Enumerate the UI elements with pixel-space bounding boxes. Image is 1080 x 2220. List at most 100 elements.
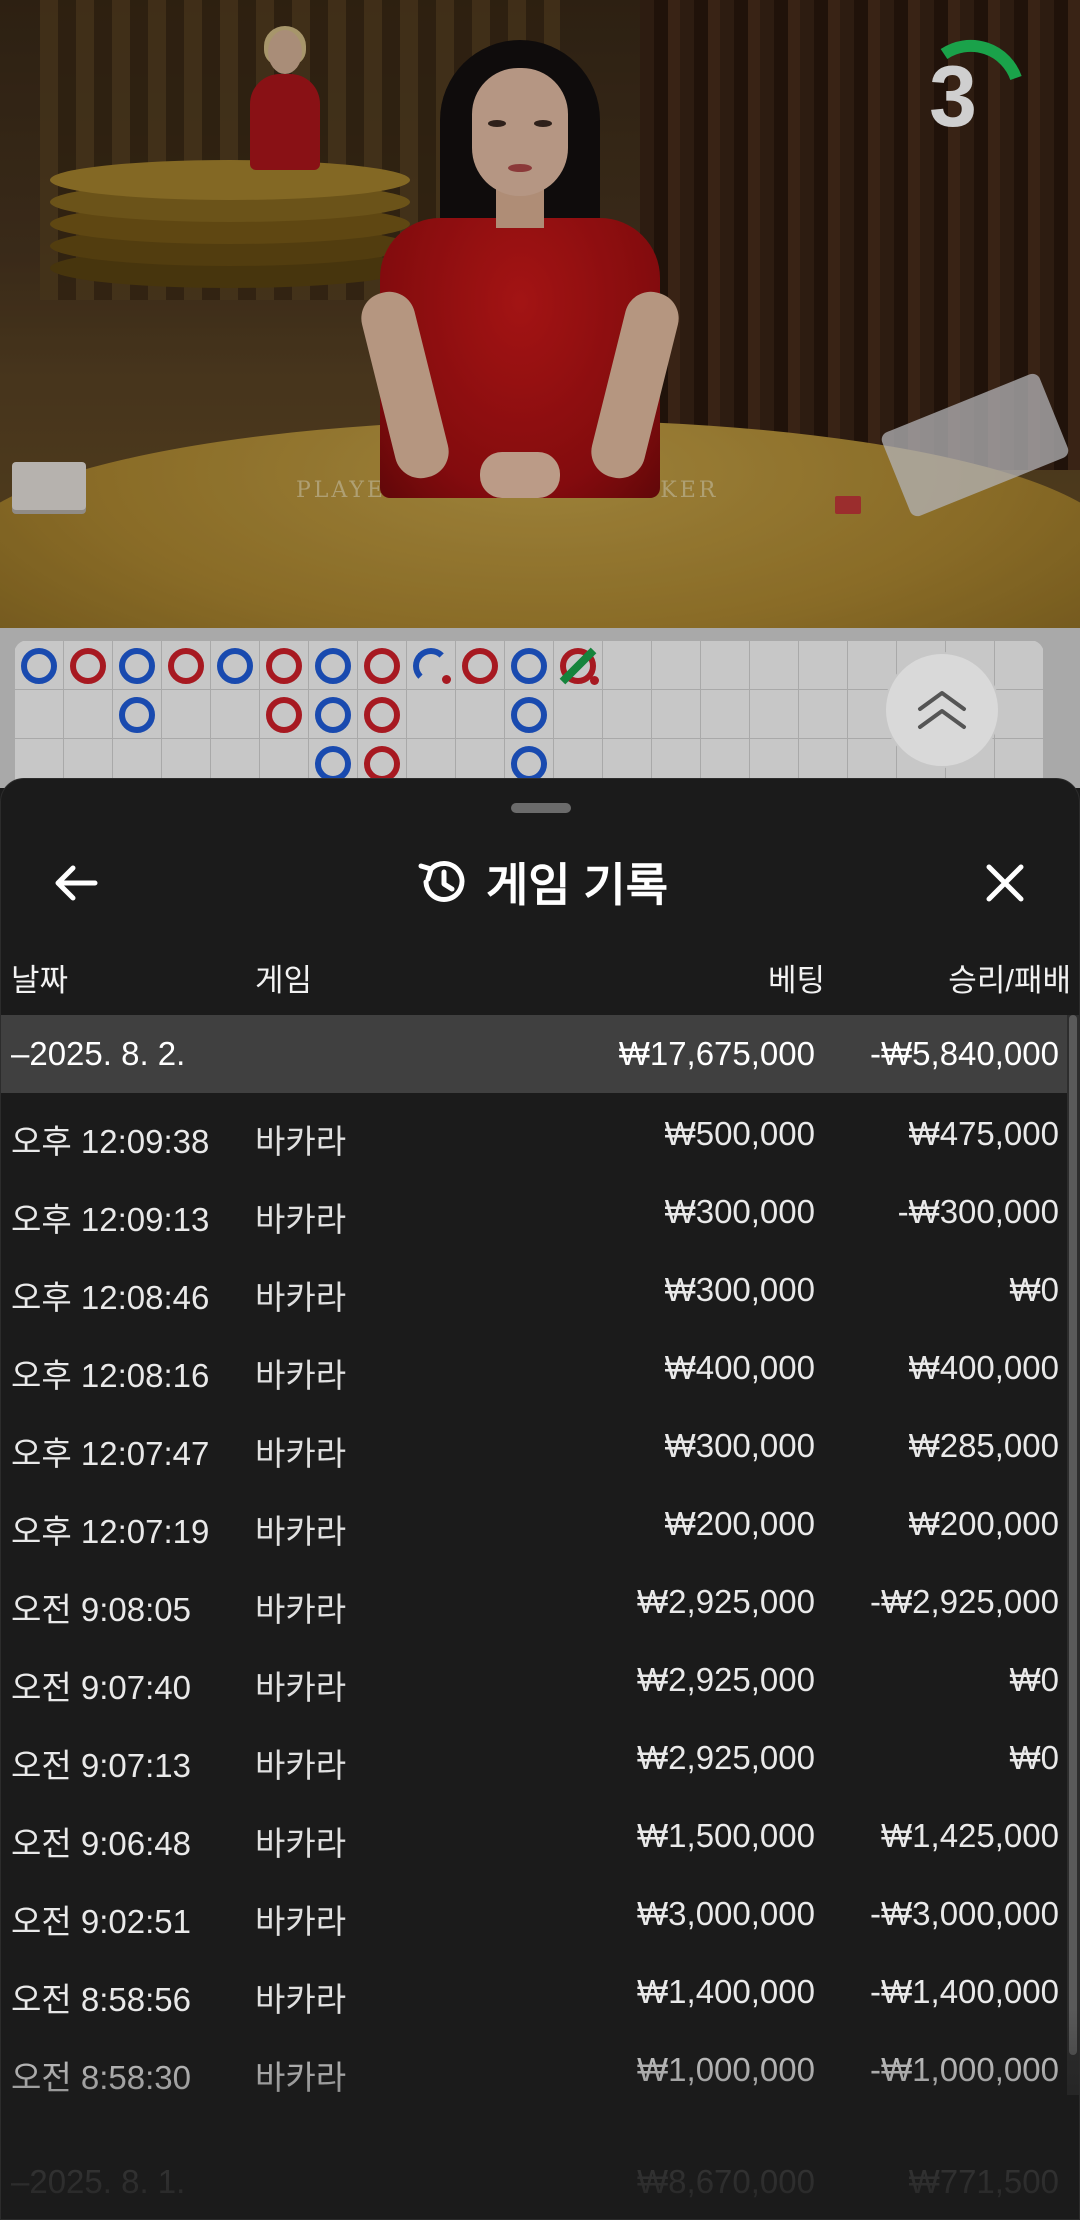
table-header: 날짜 게임 베팅 승리/패배 — [1, 955, 1079, 1015]
row-bet: ₩400,000 — [664, 1349, 815, 1386]
row-game: 바카라 — [255, 1669, 347, 1706]
row-result: ₩0 — [1009, 1739, 1060, 1776]
history-row[interactable]: 오후 12:08:16 바카라 ₩400,000 ₩400,000 — [1, 1327, 1069, 1405]
close-icon — [986, 864, 1024, 902]
row-time: 오후 12:09:13 — [11, 1201, 210, 1238]
column-date: 날짜 — [11, 963, 69, 998]
banker-marker — [266, 697, 302, 733]
bead-road-map[interactable] — [0, 628, 1080, 790]
banker-marker — [168, 648, 204, 684]
row-result: ₩400,000 — [908, 1349, 1059, 1386]
row-time: 오후 12:07:47 — [11, 1435, 210, 1472]
history-clock-icon — [418, 860, 465, 902]
day-group-header[interactable]: –2025. 8. 1. ₩8,670,000 ₩771,500 — [1, 2139, 1069, 2219]
banker-marker — [364, 746, 400, 782]
panel-header: 게임 기록 — [1, 831, 1079, 933]
row-bet: ₩1,000,000 — [637, 2051, 815, 2088]
live-video-stream: PLAYER BANKER 3 — [0, 0, 1080, 628]
row-bet: ₩3,000,000 — [637, 1895, 815, 1932]
row-bet: ₩500,000 — [664, 1115, 815, 1152]
row-game: 바카라 — [255, 1981, 347, 2018]
player-marker — [217, 648, 253, 684]
day-total-bet: ₩17,675,000 — [618, 1035, 815, 1072]
row-bet: ₩2,925,000 — [637, 1661, 815, 1698]
history-row[interactable]: 오후 12:08:46 바카라 ₩300,000 ₩0 — [1, 1249, 1069, 1327]
row-bet: ₩2,925,000 — [637, 1583, 815, 1620]
row-result: ₩475,000 — [908, 1115, 1059, 1152]
player-marker — [511, 648, 547, 684]
row-game: 바카라 — [255, 1591, 347, 1628]
row-result: -₩1,400,000 — [870, 1973, 1059, 2010]
history-rows: 오후 12:09:38 바카라 ₩500,000 ₩475,000 오후 12:09:1… — [1, 1093, 1069, 2107]
game-history-panel: 게임 기록 날짜 게임 베팅 승리/패배 –2025. 8. 2. ₩17,67… — [0, 778, 1080, 2220]
history-row[interactable]: 오후 12:09:38 바카라 ₩500,000 ₩475,000 — [1, 1093, 1069, 1171]
scrollbar[interactable] — [1067, 1015, 1079, 2095]
row-result: -₩2,925,000 — [870, 1583, 1059, 1620]
scroll-up-button[interactable] — [884, 652, 1000, 768]
banker-marker — [364, 697, 400, 733]
history-row[interactable]: 오후 12:09:13 바카라 ₩300,000 -₩300,000 — [1, 1171, 1069, 1249]
drag-handle[interactable] — [511, 803, 571, 813]
row-bet: ₩2,925,000 — [637, 1739, 815, 1776]
row-game: 바카라 — [255, 1123, 347, 1160]
banker-marker — [462, 648, 498, 684]
row-result: ₩0 — [1009, 1661, 1060, 1698]
row-game: 바카라 — [255, 1279, 347, 1316]
row-time: 오전 9:07:13 — [11, 1747, 191, 1784]
day-date: –2025. 8. 2. — [11, 1035, 186, 1072]
banker-marker — [266, 648, 302, 684]
row-result: ₩0 — [1009, 1271, 1060, 1308]
row-time: 오전 9:06:48 — [11, 1825, 191, 1862]
row-time: 오후 12:09:38 — [11, 1123, 210, 1160]
row-time: 오후 12:08:46 — [11, 1279, 210, 1316]
history-row[interactable]: 오후 12:07:19 바카라 ₩200,000 ₩200,000 — [1, 1483, 1069, 1561]
row-game: 바카라 — [255, 1357, 347, 1394]
history-row[interactable]: 오전 8:58:56 바카라 ₩1,400,000 -₩1,400,000 — [1, 1951, 1069, 2029]
player-marker — [21, 648, 57, 684]
history-row[interactable]: 오전 9:07:40 바카라 ₩2,925,000 ₩0 — [1, 1639, 1069, 1717]
countdown-timer: 3 — [898, 38, 1024, 164]
countdown-value: 3 — [929, 49, 977, 145]
history-row[interactable]: 오전 9:07:13 바카라 ₩2,925,000 ₩0 — [1, 1717, 1069, 1795]
pair-marker — [590, 676, 599, 685]
row-bet: ₩300,000 — [664, 1427, 815, 1464]
day-group-header[interactable]: –2025. 8. 2. ₩17,675,000 -₩5,840,000 — [1, 1015, 1069, 1093]
history-row[interactable]: 오전 9:06:48 바카라 ₩1,500,000 ₩1,425,000 — [1, 1795, 1069, 1873]
history-row[interactable]: 오전 9:08:05 바카라 ₩2,925,000 -₩2,925,000 — [1, 1561, 1069, 1639]
close-button[interactable] — [975, 853, 1035, 913]
row-result: -₩3,000,000 — [870, 1895, 1059, 1932]
player-marker — [119, 697, 155, 733]
row-time: 오전 9:02:51 — [11, 1903, 191, 1940]
history-row[interactable]: 오후 12:07:47 바카라 ₩300,000 ₩285,000 — [1, 1405, 1069, 1483]
player-marker — [315, 746, 351, 782]
row-time: 오전 9:07:40 — [11, 1669, 191, 1706]
player-marker — [315, 648, 351, 684]
player-marker — [315, 697, 351, 733]
day-total-bet: ₩8,670,000 — [637, 2163, 815, 2200]
history-row[interactable]: 오전 8:58:30 바카라 ₩1,000,000 -₩1,000,000 — [1, 2029, 1069, 2107]
player-marker — [511, 697, 547, 733]
row-time: 오후 12:07:19 — [11, 1513, 210, 1550]
day-total-result: -₩5,840,000 — [870, 1035, 1059, 1072]
row-bet: ₩300,000 — [664, 1193, 815, 1230]
row-game: 바카라 — [255, 2059, 347, 2096]
row-time: 오전 8:58:30 — [11, 2059, 191, 2096]
row-game: 바카라 — [255, 1903, 347, 1940]
day-total-result: ₩771,500 — [908, 2163, 1059, 2200]
history-row[interactable]: 오전 9:02:51 바카라 ₩3,000,000 -₩3,000,000 — [1, 1873, 1069, 1951]
column-result: 승리/패배 — [948, 963, 1071, 998]
scrollbar-thumb[interactable] — [1069, 1015, 1077, 2055]
row-result: ₩1,425,000 — [881, 1817, 1059, 1854]
day-date: –2025. 8. 1. — [11, 2163, 186, 2200]
double-chevron-up-icon — [918, 691, 966, 729]
row-result: -₩300,000 — [897, 1193, 1059, 1230]
row-bet: ₩200,000 — [664, 1505, 815, 1542]
row-game: 바카라 — [255, 1201, 347, 1238]
column-bet: 베팅 — [767, 963, 825, 998]
row-game: 바카라 — [255, 1435, 347, 1472]
row-result: -₩1,000,000 — [870, 2051, 1059, 2088]
row-time: 오후 12:08:16 — [11, 1357, 210, 1394]
pair-marker — [442, 675, 451, 684]
row-result: ₩285,000 — [908, 1427, 1059, 1464]
row-game: 바카라 — [255, 1825, 347, 1862]
